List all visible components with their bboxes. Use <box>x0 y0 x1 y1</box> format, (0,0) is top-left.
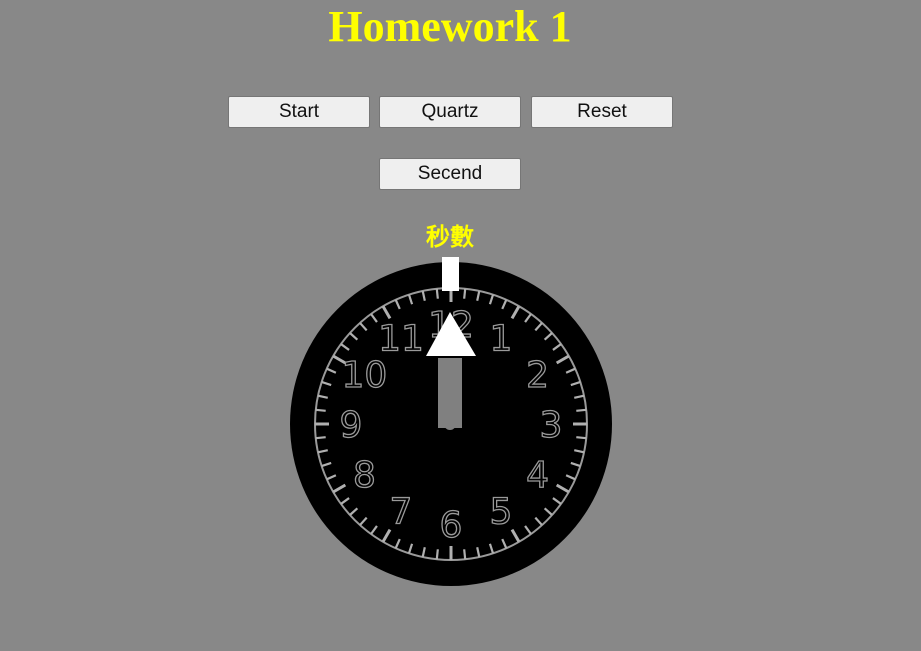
tick-mark <box>463 288 467 299</box>
hour-numeral: 10 <box>341 355 387 396</box>
tick-mark <box>463 549 467 560</box>
app-window: Homework 1 Start Quartz Reset Secend 秒數 … <box>0 0 921 651</box>
tick-mark <box>435 549 439 560</box>
hour-numeral: 6 <box>440 505 463 546</box>
tick-mark <box>576 436 587 440</box>
clock-face: 121234567891011 <box>290 257 612 586</box>
hour-numeral: 11 <box>378 318 424 359</box>
hour-numeral: 3 <box>540 405 563 446</box>
hour-numeral: 2 <box>526 355 549 396</box>
hand-shaft <box>438 358 462 428</box>
secend-button[interactable]: Secend <box>379 158 521 190</box>
seconds-label: 秒數 <box>426 223 474 251</box>
hour-numeral: 7 <box>390 492 413 533</box>
hour-numeral: 5 <box>490 492 513 533</box>
tick-mark <box>435 288 439 299</box>
page-title: Homework 1 <box>328 2 572 51</box>
hour-numeral: 1 <box>490 318 513 359</box>
hour-numeral: 4 <box>526 455 549 496</box>
twelve-marker <box>442 257 459 291</box>
reset-button[interactable]: Reset <box>531 96 673 128</box>
tick-mark <box>576 408 587 412</box>
tick-mark <box>315 408 326 412</box>
quartz-button[interactable]: Quartz <box>379 96 521 128</box>
start-button[interactable]: Start <box>228 96 370 128</box>
hour-numeral: 9 <box>340 405 363 446</box>
tick-mark <box>315 436 326 440</box>
hour-numeral: 8 <box>353 455 376 496</box>
